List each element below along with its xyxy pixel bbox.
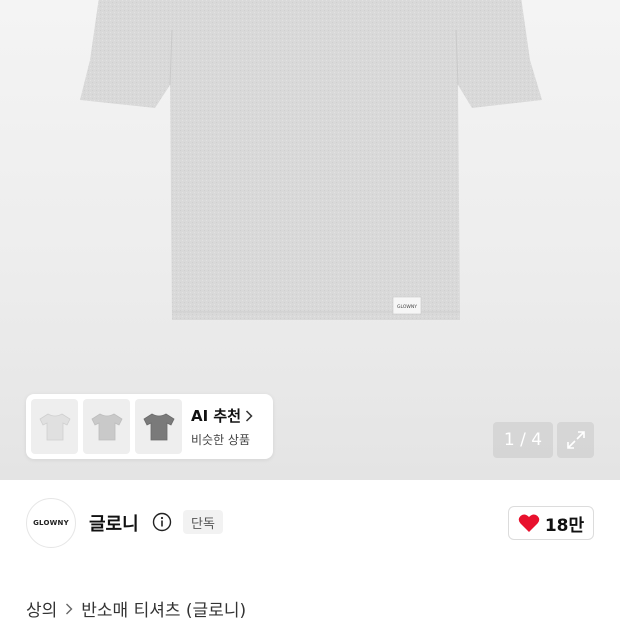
breadcrumb-subcategory[interactable]: 반소매 티셔츠 (글로니) <box>81 596 246 620</box>
brand-name[interactable]: 글로니 <box>89 510 139 536</box>
ai-recommend-card[interactable]: AI 추천 비슷한 상품 <box>26 394 273 459</box>
exclusive-badge: 단독 <box>183 510 223 534</box>
like-button[interactable]: 18만 <box>508 506 594 540</box>
product-image-gallery[interactable]: GLOWNY AI 추천 비슷한 상품 1 / 4 <box>0 0 620 480</box>
like-count: 18만 <box>544 515 585 536</box>
ai-recommend-thumb-2[interactable] <box>83 399 130 454</box>
tshirt-image: GLOWNY <box>80 0 542 320</box>
ai-recommend-subtitle: 비슷한 상품 <box>191 433 251 447</box>
breadcrumb: 상의 반소매 티셔츠 (글로니) <box>26 596 246 620</box>
heart-icon <box>518 514 540 532</box>
breadcrumb-category[interactable]: 상의 <box>26 596 57 620</box>
ai-recommend-title: AI 추천 <box>191 407 242 425</box>
info-icon[interactable] <box>152 512 172 532</box>
tshirt-thumb-icon <box>38 413 71 440</box>
image-counter: 1 / 4 <box>493 422 553 458</box>
ai-recommend-thumb-1[interactable] <box>31 399 78 454</box>
brand-logo-text: GLOWNY <box>33 519 69 527</box>
garment-tag-text: GLOWNY <box>397 304 417 310</box>
tshirt-thumb-icon <box>90 413 123 440</box>
chevron-right-icon <box>245 409 253 422</box>
brand-logo[interactable]: GLOWNY <box>26 498 76 548</box>
tshirt-thumb-icon <box>142 413 175 440</box>
expand-icon <box>566 431 585 449</box>
ai-recommend-thumb-3[interactable] <box>135 399 182 454</box>
chevron-right-icon <box>66 603 73 614</box>
brand-row: GLOWNY 글로니 단독 18만 <box>26 498 594 548</box>
expand-button[interactable] <box>557 422 594 458</box>
